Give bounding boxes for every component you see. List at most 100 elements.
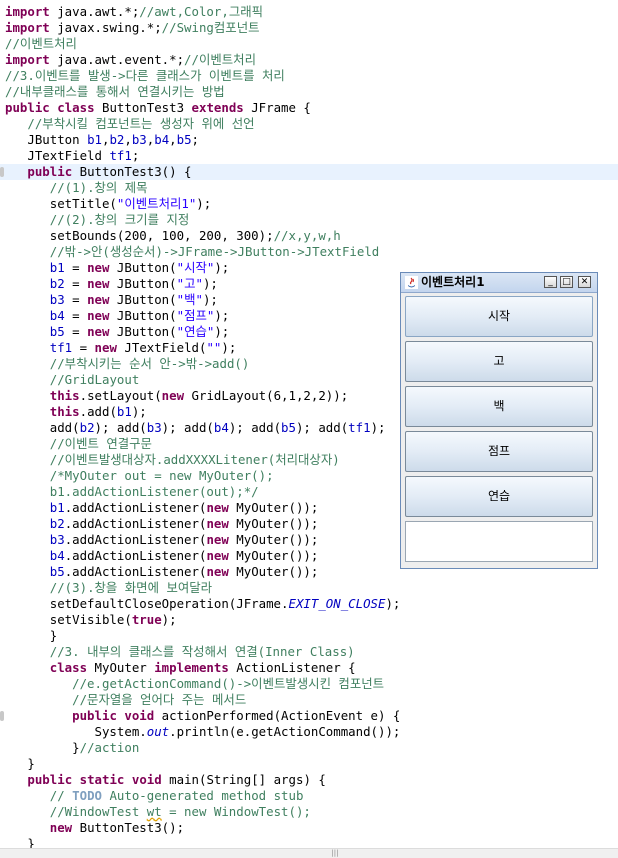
code-line[interactable]: b1.addActionListener(new MyOuter()); xyxy=(0,500,319,516)
code-line[interactable]: setVisible(true); xyxy=(0,612,177,628)
code-token: //내부클래스를 통해서 연결시키는 방법 xyxy=(5,84,225,99)
code-line[interactable]: //이벤트발생대상자.addXXXXLitener(처리대상자) xyxy=(0,452,340,468)
code-token: //awt,Color,그래픽 xyxy=(139,4,264,19)
code-line[interactable]: new ButtonTest3(); xyxy=(0,820,184,836)
code-line[interactable]: /*MyOuter out = new MyOuter(); xyxy=(0,468,274,484)
code-token: .addActionListener( xyxy=(64,548,207,563)
code-line[interactable]: //(2).창의 크기를 지정 xyxy=(0,212,189,228)
code-token: tf1 xyxy=(348,420,371,435)
code-line[interactable]: import java.awt.event.*;//이벤트처리 xyxy=(0,52,256,68)
code-line[interactable]: }//action xyxy=(0,740,139,756)
code-line[interactable]: //부착시키는 순서 안->밖->add() xyxy=(0,356,250,372)
code-line[interactable]: tf1 = new JTextField(""); xyxy=(0,340,237,356)
practice-button[interactable]: 연습 xyxy=(405,476,593,517)
code-line[interactable]: //부착시킬 컴포넌트는 생성자 위에 선언 xyxy=(0,116,254,132)
minimize-button[interactable]: _ xyxy=(544,276,557,288)
code-line[interactable]: import java.awt.*;//awt,Color,그래픽 xyxy=(0,4,263,20)
code-line[interactable]: b5.addActionListener(new MyOuter()); xyxy=(0,564,319,580)
code-token: ); xyxy=(214,308,230,323)
code-line[interactable]: JTextField tf1; xyxy=(0,148,139,164)
back-button[interactable]: 백 xyxy=(405,386,593,427)
folding-marker-icon[interactable] xyxy=(0,711,4,721)
code-line[interactable]: } xyxy=(0,628,57,644)
code-line[interactable]: setBounds(200, 100, 200, 300);//x,y,w,h xyxy=(0,228,341,244)
code-token: "" xyxy=(206,340,222,355)
code-token: JFrame { xyxy=(243,100,311,115)
code-line[interactable]: public static void main(String[] args) { xyxy=(0,772,325,788)
code-token: static xyxy=(79,772,125,787)
code-line[interactable]: import javax.swing.*;//Swing컴포넌트 xyxy=(0,20,260,36)
code-line[interactable]: //이벤트처리 xyxy=(0,36,77,52)
code-token: b5 xyxy=(176,132,192,147)
code-line[interactable]: //GridLayout xyxy=(0,372,140,388)
code-token: .addActionListener( xyxy=(64,516,207,531)
code-token: .setLayout( xyxy=(79,388,162,403)
code-line[interactable]: setDefaultCloseOperation(JFrame.EXIT_ON_… xyxy=(0,596,401,612)
code-line[interactable]: //3.이벤트를 발생->다른 클래스가 이벤트를 처리 xyxy=(0,68,285,84)
start-button[interactable]: 시작 xyxy=(405,296,593,337)
code-line[interactable]: //(1).창의 제목 xyxy=(0,180,148,196)
code-line[interactable]: public void actionPerformed(ActionEvent … xyxy=(0,708,400,724)
code-line[interactable]: b1 = new JButton("시작"); xyxy=(0,260,229,276)
code-token: tf1 xyxy=(49,340,73,355)
code-line[interactable]: //WindowTest wt = new WindowTest(); xyxy=(0,804,311,820)
code-line[interactable]: b4 = new JButton("점프"); xyxy=(0,308,229,324)
code-line[interactable]: //이벤트 연결구문 xyxy=(0,436,152,452)
close-button[interactable]: ✕ xyxy=(578,276,591,288)
code-token: import xyxy=(5,20,50,35)
code-line[interactable]: System.out.println(e.getActionCommand())… xyxy=(0,724,401,740)
code-line[interactable]: b2.addActionListener(new MyOuter()); xyxy=(0,516,319,532)
folding-marker-icon[interactable] xyxy=(0,167,4,177)
code-line[interactable]: class MyOuter implements ActionListener … xyxy=(0,660,356,676)
code-line[interactable]: b4.addActionListener(new MyOuter()); xyxy=(0,548,319,564)
code-token: new xyxy=(49,820,73,835)
code-line[interactable]: b5 = new JButton("연습"); xyxy=(0,324,229,340)
code-line[interactable]: b2 = new JButton("고"); xyxy=(0,276,218,292)
code-line[interactable]: //문자열을 얻어다 주는 메서드 xyxy=(0,692,246,708)
code-token: java.awt.event.*; xyxy=(49,52,185,67)
code-line[interactable]: //(3).창을 화면에 보여달라 xyxy=(0,580,212,596)
code-line[interactable]: //e.getActionCommand()->이벤트발생시킨 컴포넌트 xyxy=(0,676,384,692)
code-token: b3 xyxy=(49,532,65,547)
scrollbar-grip[interactable]: ||| xyxy=(320,850,350,857)
code-token: ; xyxy=(131,148,140,163)
code-line[interactable]: //3. 내부의 클래스를 작성해서 연결(Inner Class) xyxy=(0,644,355,660)
code-line[interactable]: //내부클래스를 통해서 연결시키는 방법 xyxy=(0,84,225,100)
code-token: ); xyxy=(214,324,230,339)
go-button[interactable]: 고 xyxy=(405,341,593,382)
code-line[interactable]: b3.addActionListener(new MyOuter()); xyxy=(0,532,319,548)
code-line[interactable]: this.add(b1); xyxy=(0,404,147,420)
code-line[interactable]: this.setLayout(new GridLayout(6,1,2,2)); xyxy=(0,388,348,404)
code-line[interactable]: JButton b1,b2,b3,b4,b5; xyxy=(0,132,199,148)
code-line[interactable]: setTitle("이벤트처리1"); xyxy=(0,196,211,212)
code-line[interactable]: // TODO Auto-generated method stub xyxy=(0,788,304,804)
swing-window: 이벤트처리1 _ □ ✕ 시작 고 백 점프 연습 xyxy=(400,272,598,569)
code-token: //문자열을 얻어다 주는 메서드 xyxy=(72,692,247,707)
code-line[interactable]: //밖->안(생성순서)->JFrame->JButton->JTextFiel… xyxy=(0,244,380,260)
code-line[interactable]: } xyxy=(0,756,34,772)
java-app-icon xyxy=(405,276,418,289)
code-line[interactable]: add(b2); add(b3); add(b4); add(b5); add(… xyxy=(0,420,386,436)
code-token: new xyxy=(206,532,229,547)
code-token: = xyxy=(64,308,88,323)
text-field[interactable] xyxy=(405,521,593,562)
code-token: = xyxy=(72,340,95,355)
code-token: //x,y,w,h xyxy=(273,228,341,243)
code-token: //action xyxy=(79,740,140,755)
code-line[interactable]: b3 = new JButton("백"); xyxy=(0,292,218,308)
maximize-button[interactable]: □ xyxy=(560,276,573,288)
code-token: ActionListener { xyxy=(228,660,356,675)
window-titlebar[interactable]: 이벤트처리1 _ □ ✕ xyxy=(401,273,597,293)
code-line[interactable]: public class ButtonTest3 extends JFrame … xyxy=(0,100,311,116)
code-token: JButton( xyxy=(109,292,177,307)
code-line[interactable]: public ButtonTest3() { xyxy=(0,164,618,180)
code-line[interactable]: b1.addActionListener(out);*/ xyxy=(0,484,259,500)
jump-button[interactable]: 점프 xyxy=(405,431,593,472)
